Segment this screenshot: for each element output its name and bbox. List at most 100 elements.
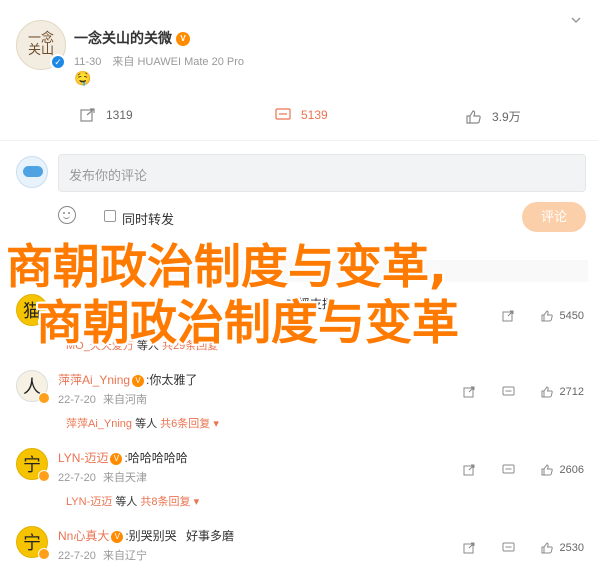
comment-text-row: Nn心真大 V:别哭别哭 好事多磨 <box>58 527 234 544</box>
vip-badge-icon: V <box>176 32 190 47</box>
reply-author[interactable]: MO_天天爱万 <box>66 340 134 352</box>
reply-summary[interactable]: 萍萍Ai_Yning 等人 共6条回复 ▾ <box>66 415 219 431</box>
more-replies-link[interactable]: 共29条回复 <box>162 340 218 352</box>
comment-like-count: 5450 <box>559 310 584 322</box>
divider <box>0 140 598 141</box>
emoji-icon[interactable] <box>58 206 76 224</box>
author-name-row: 一念关山的关微 V <box>74 28 190 48</box>
submit-comment-button[interactable]: 评论 <box>522 202 586 232</box>
comment-location: 来自辽宁 <box>102 550 147 562</box>
comment-text-row: 萍萍Ai_Yning V:你太雅了 <box>58 371 197 388</box>
comment-repost-button[interactable] <box>463 386 482 398</box>
like-button[interactable]: 3.9万 <box>466 108 521 125</box>
chevron-down-icon[interactable] <box>570 14 582 26</box>
comment-composer: 发布你的评论 同时转发 评论 <box>16 154 588 234</box>
comment-reply-button[interactable] <box>502 386 521 398</box>
commenter-name[interactable]: LYN-迈迈 <box>58 451 108 465</box>
post-meta: 11-30 来自 HUAWEI Mate 20 Pro <box>74 53 252 69</box>
thumbs-up-icon <box>541 310 554 322</box>
comment-count: 5139 <box>301 108 328 122</box>
thumbs-up-icon <box>541 542 554 554</box>
comment-text-row: LYN-迈迈 V:哈哈哈哈哈 <box>58 449 188 466</box>
comment-time: 22-7-20 <box>58 472 96 484</box>
verified-icon: ✓ <box>50 54 66 70</box>
comment-like-button[interactable]: 2712 <box>541 386 584 398</box>
vip-badge-icon: V <box>110 452 123 465</box>
action-bar: 1319 5139 3.9万 <box>0 104 598 132</box>
comment-repost-button[interactable] <box>463 542 482 554</box>
comment-like-count: 2712 <box>559 386 584 398</box>
reply-suffix: 等人 <box>136 340 159 352</box>
vip-badge-icon: V <box>111 530 124 543</box>
comment-repost-button[interactable] <box>463 464 482 476</box>
reply-preview <box>58 260 588 282</box>
chevron-down-icon[interactable]: ▾ <box>213 418 219 430</box>
comment-meta: 22-7-20 来自天津 <box>58 469 147 485</box>
vip-badge-icon <box>38 548 50 560</box>
post-time: 11-30 <box>74 56 102 68</box>
repost-count: 1319 <box>106 108 133 122</box>
comment-text: :你太雅了 <box>146 373 198 387</box>
post-source: 来自 HUAWEI Mate 20 Pro <box>112 56 245 68</box>
comment-meta: 22-7-20 来自辽宁 <box>58 547 147 563</box>
comment-text: :哈哈哈哈哈 <box>124 451 188 465</box>
reply-author[interactable]: 萍萍Ai_Yning <box>66 418 132 430</box>
repost-icon <box>463 542 476 554</box>
comment-text-row: 支援支援 <box>286 295 334 312</box>
repost-icon <box>80 108 96 122</box>
commenter-name[interactable]: 萍萍Ai_Yning <box>58 373 130 387</box>
more-replies-link[interactable]: 共8条回复 <box>140 496 190 508</box>
comment-like-button[interactable]: 2530 <box>541 542 584 554</box>
reply-author[interactable]: LYN-迈迈 <box>66 496 112 508</box>
thumbs-up-icon <box>466 109 482 124</box>
repost-icon <box>502 310 515 322</box>
repost-button[interactable]: 1319 <box>80 108 133 122</box>
like-count: 3.9万 <box>492 110 521 124</box>
comment-button[interactable]: 5139 <box>275 108 328 122</box>
author-name[interactable]: 一念关山的关微 <box>74 30 172 46</box>
comment-actions: 2530 <box>443 542 584 554</box>
comment-icon <box>275 108 291 122</box>
comment-icon <box>502 386 515 398</box>
post-content: 🤤 <box>74 70 92 86</box>
repost-icon <box>463 386 476 398</box>
comment-meta: 22-7-20 来自河南 <box>58 391 147 407</box>
vip-badge-icon <box>38 392 50 404</box>
comment-reply-button[interactable] <box>502 464 521 476</box>
more-replies-link[interactable]: 共6条回复 <box>160 418 210 430</box>
comment-extra: 好事多磨 <box>186 529 235 543</box>
author-avatar-text: 一念关山 <box>27 31 54 58</box>
also-repost-checkbox[interactable] <box>104 210 116 222</box>
reply-summary[interactable]: MO_天天爱万 等人 共29条回复 <box>66 337 218 353</box>
chevron-down-icon[interactable]: ▾ <box>194 496 200 508</box>
comment-like-button[interactable]: 2606 <box>541 464 584 476</box>
thumbs-up-icon <box>541 386 554 398</box>
comment-text: 支援支援 <box>286 297 335 311</box>
comment-input[interactable]: 发布你的评论 <box>58 154 586 192</box>
comment-like-count: 2530 <box>559 542 584 554</box>
comment-actions: 2606 <box>443 464 584 476</box>
comment-time: 22-7-20 <box>58 394 96 406</box>
comment-actions: 5450 <box>482 310 584 322</box>
vip-badge-icon <box>38 316 50 328</box>
comment-icon <box>502 542 515 554</box>
reply-suffix: 等人 <box>115 496 138 508</box>
comment-location: 来自天津 <box>102 472 147 484</box>
reply-suffix: 等人 <box>135 418 158 430</box>
comment-icon <box>502 464 515 476</box>
comment-text: :别哭别哭 <box>125 529 177 543</box>
comment-repost-button[interactable] <box>502 310 521 322</box>
comment-time: 22-7-20 <box>58 550 96 562</box>
also-repost-label: 同时转发 <box>122 212 175 227</box>
reply-summary[interactable]: LYN-迈迈 等人 共8条回复 ▾ <box>66 493 199 509</box>
comment-like-count: 2606 <box>559 464 584 476</box>
commenter-name[interactable]: Nn心真大 <box>58 529 109 543</box>
comment-reply-button[interactable] <box>502 542 521 554</box>
comment-location: 来自河南 <box>102 394 147 406</box>
vip-badge-icon <box>38 470 50 482</box>
thumbs-up-icon <box>541 464 554 476</box>
comment-like-button[interactable]: 5450 <box>541 310 584 322</box>
vip-badge-icon: V <box>132 374 145 387</box>
my-avatar[interactable] <box>16 156 48 188</box>
repost-icon <box>463 464 476 476</box>
